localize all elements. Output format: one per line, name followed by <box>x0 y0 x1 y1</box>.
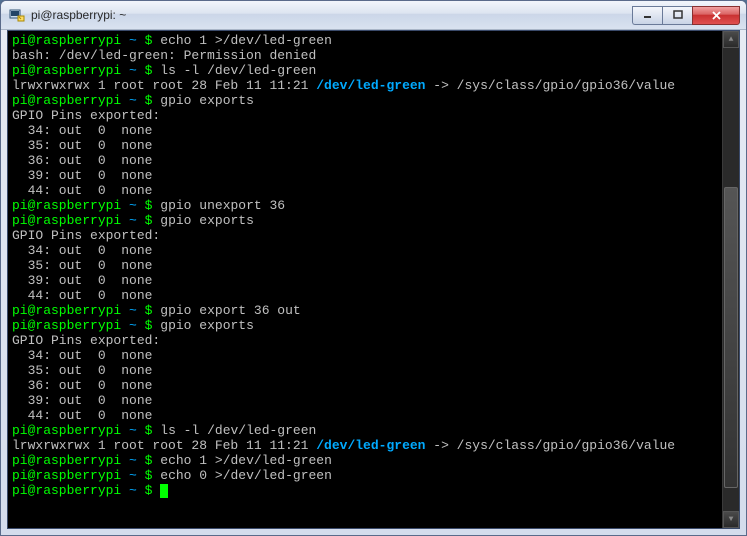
output-line: 34: out 0 none <box>12 348 735 363</box>
command-text: gpio export 36 out <box>160 303 300 318</box>
command-text: gpio exports <box>160 93 254 108</box>
output-line: 44: out 0 none <box>12 408 735 423</box>
symlink-name: /dev/led-green <box>316 78 425 93</box>
close-button[interactable] <box>692 6 740 25</box>
minimize-button[interactable] <box>632 6 662 25</box>
prompt-line: pi@raspberrypi ~ $ <box>12 483 735 498</box>
output-line: 35: out 0 none <box>12 258 735 273</box>
output-line: 35: out 0 none <box>12 138 735 153</box>
prompt-line: pi@raspberrypi ~ $ ls -l /dev/led-green <box>12 63 735 78</box>
scroll-track[interactable] <box>723 48 739 511</box>
output-line: 34: out 0 none <box>12 123 735 138</box>
command-text: gpio exports <box>160 213 254 228</box>
command-text: gpio exports <box>160 318 254 333</box>
prompt-line: pi@raspberrypi ~ $ gpio exports <box>12 213 735 228</box>
output-line: 39: out 0 none <box>12 168 735 183</box>
terminal-container: pi@raspberrypi ~ $ echo 1 >/dev/led-gree… <box>7 30 740 529</box>
cursor <box>160 484 168 498</box>
output-line: 39: out 0 none <box>12 273 735 288</box>
symlink-name: /dev/led-green <box>316 438 425 453</box>
command-text: ls -l /dev/led-green <box>160 63 316 78</box>
prompt-line: pi@raspberrypi ~ $ gpio exports <box>12 93 735 108</box>
output-line: lrwxrwxrwx 1 root root 28 Feb 11 11:21 /… <box>12 438 735 453</box>
putty-icon <box>9 7 25 23</box>
scroll-down-button[interactable]: ▼ <box>723 511 739 528</box>
output-line: 36: out 0 none <box>12 378 735 393</box>
titlebar[interactable]: pi@raspberrypi: ~ <box>1 1 746 30</box>
command-text: echo 1 >/dev/led-green <box>160 33 332 48</box>
command-text: gpio unexport 36 <box>160 198 285 213</box>
command-text: echo 1 >/dev/led-green <box>160 453 332 468</box>
prompt-line: pi@raspberrypi ~ $ gpio unexport 36 <box>12 198 735 213</box>
output-line: bash: /dev/led-green: Permission denied <box>12 48 735 63</box>
output-line: 44: out 0 none <box>12 288 735 303</box>
maximize-button[interactable] <box>662 6 692 25</box>
output-line: GPIO Pins exported: <box>12 333 735 348</box>
output-line: 35: out 0 none <box>12 363 735 378</box>
output-line: 36: out 0 none <box>12 153 735 168</box>
app-window: pi@raspberrypi: ~ pi@raspberrypi ~ $ ech… <box>0 0 747 536</box>
output-line: GPIO Pins exported: <box>12 228 735 243</box>
output-line: GPIO Pins exported: <box>12 108 735 123</box>
window-title: pi@raspberrypi: ~ <box>31 8 632 22</box>
prompt-line: pi@raspberrypi ~ $ echo 1 >/dev/led-gree… <box>12 33 735 48</box>
window-controls <box>632 6 740 25</box>
output-line: lrwxrwxrwx 1 root root 28 Feb 11 11:21 /… <box>12 78 735 93</box>
symlink-target: -> /sys/class/gpio/gpio36/value <box>425 78 675 93</box>
output-line: 34: out 0 none <box>12 243 735 258</box>
command-text: echo 0 >/dev/led-green <box>160 468 332 483</box>
prompt-line: pi@raspberrypi ~ $ ls -l /dev/led-green <box>12 423 735 438</box>
terminal[interactable]: pi@raspberrypi ~ $ echo 1 >/dev/led-gree… <box>8 31 739 528</box>
scroll-thumb[interactable] <box>724 187 738 488</box>
prompt-line: pi@raspberrypi ~ $ gpio exports <box>12 318 735 333</box>
prompt-line: pi@raspberrypi ~ $ gpio export 36 out <box>12 303 735 318</box>
output-line: 39: out 0 none <box>12 393 735 408</box>
output-line: 44: out 0 none <box>12 183 735 198</box>
scroll-up-button[interactable]: ▲ <box>723 31 739 48</box>
command-text: ls -l /dev/led-green <box>160 423 316 438</box>
prompt-line: pi@raspberrypi ~ $ echo 0 >/dev/led-gree… <box>12 468 735 483</box>
symlink-target: -> /sys/class/gpio/gpio36/value <box>425 438 675 453</box>
scrollbar[interactable]: ▲ ▼ <box>722 31 739 528</box>
prompt-line: pi@raspberrypi ~ $ echo 1 >/dev/led-gree… <box>12 453 735 468</box>
